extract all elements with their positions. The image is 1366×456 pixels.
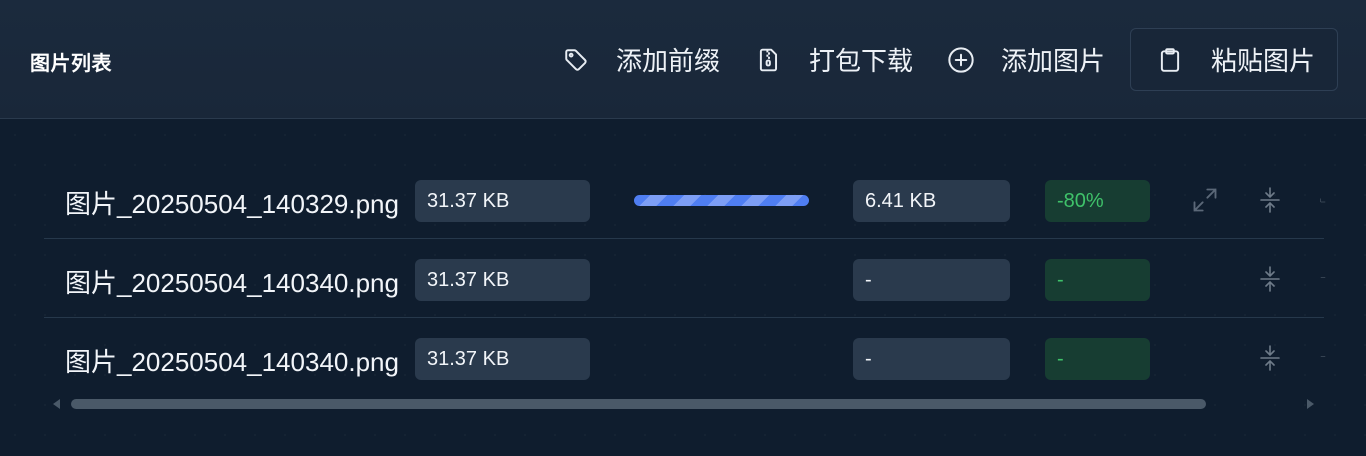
list-item: 图片_20250504_140340.png 31.37 KB - - <box>44 239 1326 318</box>
list-item: 图片_20250504_140329.png 31.37 KB 6.41 KB … <box>44 160 1326 239</box>
plus-circle-icon <box>947 46 975 74</box>
scroll-thumb[interactable] <box>71 399 1206 409</box>
compression-ratio-badge: -80% <box>1045 180 1150 222</box>
tag-icon <box>562 46 590 74</box>
compress-icon[interactable] <box>1256 186 1284 214</box>
page-title: 图片列表 <box>30 53 112 75</box>
download-icon[interactable] <box>1320 186 1326 214</box>
add-image-button[interactable]: 添加图片 <box>947 28 1105 91</box>
toolbar-header: 图片列表 添加前缀 打包下载 添加图片 粘贴图片 <box>0 0 1366 119</box>
compress-icon[interactable] <box>1256 265 1284 293</box>
compression-ratio-badge: - <box>1045 259 1150 301</box>
file-name: 图片_20250504_140329.png <box>65 189 399 219</box>
compress-icon[interactable] <box>1256 344 1284 372</box>
file-name: 图片_20250504_140340.png <box>65 268 399 298</box>
paste-image-button[interactable]: 粘贴图片 <box>1130 28 1338 91</box>
original-size: 31.37 KB <box>415 338 590 380</box>
file-name: 图片_20250504_140340.png <box>65 347 399 377</box>
horizontal-scrollbar[interactable] <box>44 392 1324 416</box>
compression-ratio-badge: - <box>1045 338 1150 380</box>
image-list: 图片_20250504_140329.png 31.37 KB 6.41 KB … <box>44 160 1326 396</box>
download-icon[interactable] <box>1320 265 1326 293</box>
zip-file-icon <box>755 46 783 74</box>
compressed-size: - <box>853 338 1010 380</box>
list-item: 图片_20250504_140340.png 31.37 KB - - <box>44 318 1326 396</box>
add-prefix-label: 添加前缀 <box>616 46 721 76</box>
paste-image-label: 粘贴图片 <box>1211 46 1316 76</box>
original-size: 31.37 KB <box>415 180 590 222</box>
pack-download-label: 打包下载 <box>809 46 914 76</box>
scroll-right-arrow-icon[interactable] <box>1307 399 1314 409</box>
add-image-label: 添加图片 <box>1001 46 1106 76</box>
add-prefix-button[interactable]: 添加前缀 <box>562 28 720 91</box>
expand-icon[interactable] <box>1191 186 1219 214</box>
compression-progress-bar <box>634 195 809 206</box>
clipboard-icon <box>1156 46 1184 74</box>
original-size: 31.37 KB <box>415 259 590 301</box>
pack-download-button[interactable]: 打包下载 <box>755 28 913 91</box>
compressed-size: 6.41 KB <box>853 180 1010 222</box>
download-icon[interactable] <box>1320 344 1326 372</box>
scroll-left-arrow-icon[interactable] <box>53 399 60 409</box>
compressed-size: - <box>853 259 1010 301</box>
